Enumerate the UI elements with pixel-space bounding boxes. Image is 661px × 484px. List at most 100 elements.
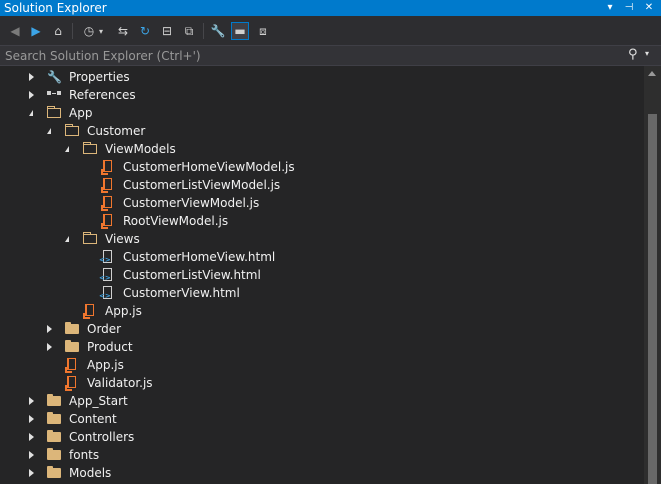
filter-dropdown-icon[interactable]: ▾: [96, 22, 106, 40]
auto-hide-pin-icon[interactable]: ⊣: [622, 0, 636, 16]
view-class-diagram-button[interactable]: ⧈: [254, 22, 272, 40]
tree-item[interactable]: 🔧 Properties: [0, 68, 644, 86]
expanded-arrow-icon[interactable]: [65, 143, 75, 155]
tree-item[interactable]: fonts: [0, 446, 644, 464]
tree-item[interactable]: References: [0, 86, 644, 104]
tree-item-label: Models: [69, 466, 112, 480]
tree-item[interactable]: Models: [0, 464, 644, 482]
back-button[interactable]: ◀: [6, 22, 24, 40]
html-file-icon: [99, 268, 117, 282]
wrench-icon: 🔧: [47, 70, 62, 84]
tree-item[interactable]: Order: [0, 320, 644, 338]
tree-item-label: CustomerView.html: [123, 286, 240, 300]
tree-item[interactable]: Controllers: [0, 428, 644, 446]
preview-selected-items-button[interactable]: ▬: [231, 22, 249, 40]
sync-with-active-document-button[interactable]: ⇆: [114, 22, 132, 40]
js-file-icon: [101, 178, 117, 193]
tree-item-label: App: [69, 106, 93, 120]
properties-button[interactable]: 🔧: [209, 22, 227, 40]
js-file-icon: [65, 358, 81, 373]
tree-item[interactable]: App: [0, 104, 644, 122]
tree-item-label: Validator.js: [87, 376, 153, 390]
tree-item-label: Content: [69, 412, 117, 426]
tree-item[interactable]: CustomerListView.html: [0, 266, 644, 284]
window-title: Solution Explorer: [4, 1, 107, 15]
tree-item[interactable]: App_Start: [0, 392, 644, 410]
folder-open-icon: [83, 142, 99, 156]
tree-item-label: References: [69, 88, 136, 102]
folder-closed-icon: [47, 412, 63, 426]
collapsed-arrow-icon[interactable]: [29, 431, 39, 443]
tree-item-label: ViewModels: [105, 142, 176, 156]
tree-item-label: App.js: [105, 304, 142, 318]
tree-item[interactable]: CustomerListViewModel.js: [0, 176, 644, 194]
tree-item-label: RootViewModel.js: [123, 214, 229, 228]
tree-item-label: CustomerListViewModel.js: [123, 178, 281, 192]
collapsed-arrow-icon[interactable]: [29, 71, 39, 83]
folder-open-icon: [83, 232, 99, 246]
tree-item-label: App_Start: [69, 394, 128, 408]
tree-item-label: Order: [87, 322, 122, 336]
folder-open-icon: [65, 124, 81, 138]
tree-item[interactable]: Customer: [0, 122, 644, 140]
collapsed-arrow-icon[interactable]: [29, 395, 39, 407]
scroll-up-arrow-icon[interactable]: [648, 71, 656, 76]
js-file-icon: [101, 160, 117, 175]
title-bar: Solution Explorer ▾ ⊣ ✕: [0, 0, 661, 16]
tree-item[interactable]: CustomerHomeViewModel.js: [0, 158, 644, 176]
show-all-files-button[interactable]: ⧉: [180, 22, 198, 40]
expanded-arrow-icon[interactable]: [47, 125, 57, 137]
tree-item[interactable]: Views: [0, 230, 644, 248]
scrollbar-thumb[interactable]: [648, 114, 657, 484]
tree-item[interactable]: CustomerView.html: [0, 284, 644, 302]
tree-item-label: CustomerListView.html: [123, 268, 261, 282]
collapsed-arrow-icon[interactable]: [29, 413, 39, 425]
collapsed-arrow-icon[interactable]: [29, 467, 39, 479]
refresh-button[interactable]: ↻: [136, 22, 154, 40]
tree-item[interactable]: ViewModels: [0, 140, 644, 158]
html-file-icon: [99, 250, 117, 264]
expanded-arrow-icon[interactable]: [29, 107, 39, 119]
js-file-icon: [101, 214, 117, 229]
toolbar: ◀ ▶ ⌂ ◷ ▾ ⇆ ↻ ⊟ ⧉ 🔧 ▬ ⧈: [0, 16, 661, 45]
search-icon[interactable]: ⚲: [628, 47, 638, 62]
tree-item[interactable]: Product: [0, 338, 644, 356]
toolbar-separator: [203, 23, 204, 39]
tree-item-label: Views: [105, 232, 140, 246]
window-position-dropdown-icon[interactable]: ▾: [603, 0, 617, 16]
tree-item-label: Customer: [87, 124, 146, 138]
js-file-icon: [65, 376, 81, 391]
collapsed-arrow-icon[interactable]: [47, 323, 57, 335]
forward-button[interactable]: ▶: [27, 22, 45, 40]
folder-closed-icon: [65, 322, 81, 336]
toolbar-separator: [72, 23, 73, 39]
tree-item[interactable]: Validator.js: [0, 374, 644, 392]
tree-item[interactable]: App.js: [0, 356, 644, 374]
collapsed-arrow-icon[interactable]: [29, 449, 39, 461]
tree-item[interactable]: CustomerHomeView.html: [0, 248, 644, 266]
tree-item[interactable]: App.js: [0, 302, 644, 320]
folder-closed-icon: [47, 394, 63, 408]
collapse-all-button[interactable]: ⊟: [158, 22, 176, 40]
collapsed-arrow-icon[interactable]: [29, 89, 39, 101]
tree-item-label: Product: [87, 340, 133, 354]
search-input[interactable]: [0, 46, 630, 65]
solution-tree: 🔧 Properties References App Customer ViewMode…: [0, 68, 644, 484]
collapsed-arrow-icon[interactable]: [47, 341, 57, 353]
search-options-dropdown-icon[interactable]: ▾: [645, 49, 649, 58]
folder-closed-icon: [47, 430, 63, 444]
tree-item-label: CustomerHomeView.html: [123, 250, 276, 264]
tree-item-label: Properties: [69, 70, 130, 84]
tree-item-label: CustomerViewModel.js: [123, 196, 260, 210]
home-button[interactable]: ⌂: [49, 22, 67, 40]
vertical-scrollbar[interactable]: [644, 66, 661, 484]
expanded-arrow-icon[interactable]: [65, 233, 75, 245]
js-file-icon: [83, 304, 99, 319]
html-file-icon: [99, 286, 117, 300]
tree-item-label: App.js: [87, 358, 124, 372]
close-icon[interactable]: ✕: [642, 0, 656, 16]
tree-item-label: CustomerHomeViewModel.js: [123, 160, 295, 174]
tree-item[interactable]: RootViewModel.js: [0, 212, 644, 230]
tree-item[interactable]: Content: [0, 410, 644, 428]
tree-item[interactable]: CustomerViewModel.js: [0, 194, 644, 212]
